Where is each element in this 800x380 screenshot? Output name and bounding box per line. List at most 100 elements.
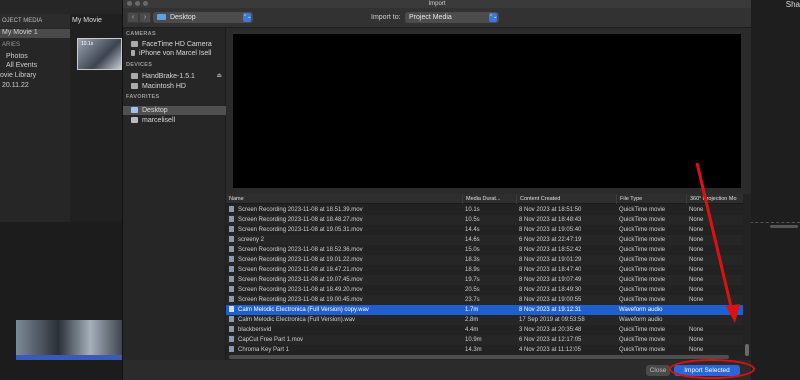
cell-projection: None <box>686 295 743 305</box>
table-row[interactable]: Screen Recording 2023-11-08 at 18.48.27.… <box>226 215 743 225</box>
sidebar-item-iphone[interactable]: iPhone von Marcel Isell <box>123 49 226 58</box>
cell-text: Screen Recording 2023-11-08 at 18.51.39.… <box>238 207 363 213</box>
table-row[interactable]: Screen Recording 2023-11-08 at 19.05.31.… <box>226 225 743 235</box>
project-media-header: OJECT MEDIA <box>0 14 70 28</box>
cell-name: blackbersvid <box>226 325 462 335</box>
library-item-my-movie[interactable]: My Movie 1 <box>0 29 70 38</box>
chevron-updown-icon: ⌃⌄ <box>489 13 498 22</box>
table-row[interactable]: Calm Melodic Electronica (Full Version) … <box>226 305 743 315</box>
forward-button[interactable]: › <box>139 12 151 23</box>
cell-text: Calm Melodic Electronica (Full Version).… <box>238 317 356 323</box>
location-select[interactable]: Desktop ⌃⌄ <box>153 12 253 23</box>
cell-text: 3 Nov 2023 at 20:35:48 <box>519 327 582 333</box>
table-row[interactable]: Screen Recording 2023-11-08 at 18.51.39.… <box>226 205 743 215</box>
cell-text: None <box>689 257 704 263</box>
cell-text: QuickTime movie <box>619 217 666 223</box>
table-row[interactable]: blackbersvid 4.4m 3 Nov 2023 at 20:35:48 Qu… <box>226 325 743 335</box>
cell-duration: 14.3m <box>462 345 516 354</box>
cell-text: QuickTime movie <box>619 247 666 253</box>
close-window-icon[interactable] <box>127 1 132 6</box>
import-to-select[interactable]: Project Media ⌃⌄ <box>405 12 499 23</box>
column-header-name[interactable]: Name <box>226 194 462 204</box>
table-row[interactable]: Chroma Key Part 1 14.3m 4 Nov 2023 at 11:1… <box>226 345 743 354</box>
cell-created: 8 Nov 2023 at 18:51:50 <box>516 205 616 215</box>
scroll-thumb[interactable] <box>229 355 729 359</box>
sidebar-item-desktop[interactable]: Desktop <box>123 106 226 115</box>
cell-text: Calm Melodic Electronica (Full Version) … <box>238 307 369 313</box>
cell-type: QuickTime movie <box>616 275 686 285</box>
table-header: Name Media Durat... Content Created File… <box>226 194 743 204</box>
table-row[interactable]: Screen Recording 2023-11-08 at 19.01.22.… <box>226 255 743 265</box>
minimize-window-icon[interactable] <box>135 1 140 6</box>
cell-projection: None <box>686 205 743 215</box>
library-item-all-events[interactable]: All Events <box>0 62 37 69</box>
back-button[interactable]: ‹ <box>127 12 139 23</box>
table-row[interactable]: Calm Melodic Electronica (Full Version).… <box>226 315 743 325</box>
zoom-window-icon[interactable] <box>143 1 148 6</box>
cell-text: 8 Nov 2023 at 18:48:43 <box>519 217 582 223</box>
preview-area <box>226 28 751 194</box>
share-button[interactable]: Sha <box>786 0 800 9</box>
table-row[interactable]: Screen Recording 2023-11-08 at 18.47.21.… <box>226 265 743 275</box>
column-header-projection[interactable]: 360° Projection Mo <box>686 194 743 204</box>
cell-type: QuickTime movie <box>616 225 686 235</box>
zoom-slider[interactable] <box>770 225 798 228</box>
dialog-titlebar: Import <box>123 0 751 8</box>
table-row[interactable]: Screen Recording 2023-11-08 at 18.49.20.… <box>226 285 743 295</box>
library-item-photos[interactable]: Photos <box>0 53 28 60</box>
sidebar-item-facetime-camera[interactable]: FaceTime HD Camera <box>123 40 226 49</box>
window-controls <box>127 1 148 6</box>
cell-text: 4.4m <box>465 327 479 333</box>
column-header-created[interactable]: Content Created <box>516 194 616 204</box>
cell-text: blackbersvid <box>238 327 272 333</box>
cell-text: Screen Recording 2023-11-08 at 18.49.20.… <box>238 287 363 293</box>
table-row[interactable]: Screen Recording 2023-11-08 at 19.00.45.… <box>226 295 743 305</box>
sidebar-item-macintosh-hd[interactable]: Macintosh HD <box>123 82 226 91</box>
scroll-thumb[interactable] <box>745 344 749 356</box>
cell-text: None <box>689 327 704 333</box>
table-row[interactable]: Screen Recording 2023-11-08 at 18.52.36.… <box>226 245 743 255</box>
project-thumbnail[interactable]: 10.1s <box>77 38 122 70</box>
timeline-clip[interactable] <box>16 320 122 360</box>
cell-type: Waveform audio <box>616 315 686 325</box>
vertical-scrollbar[interactable] <box>743 194 751 360</box>
cell-projection: None <box>686 325 743 335</box>
table-row[interactable]: CapCut Free Part 1.mov 10.9m 6 Nov 2023 at… <box>226 335 743 345</box>
cell-type: QuickTime movie <box>616 255 686 265</box>
column-header-duration[interactable]: Media Durat... <box>462 194 516 204</box>
right-panel: Sha <box>750 0 800 380</box>
cell-name: Screen Recording 2023-11-08 at 18.52.36.… <box>226 245 462 255</box>
drive-icon <box>131 83 138 90</box>
cell-text: 8 Nov 2023 at 18:49:30 <box>519 287 582 293</box>
column-header-filetype[interactable]: File Type <box>616 194 686 204</box>
cell-type: QuickTime movie <box>616 245 686 255</box>
cell-text: Screen Recording 2023-11-08 at 19.00.45.… <box>238 297 363 303</box>
file-icon <box>229 276 234 283</box>
library-item-movie-library[interactable]: ovie Library <box>0 72 36 79</box>
eject-icon[interactable]: ⏏ <box>216 72 222 81</box>
close-button[interactable]: Close <box>646 365 670 376</box>
table-row[interactable]: screeny 2 14.6s 6 Nov 2023 at 22:47:19 Quic… <box>226 235 743 245</box>
cell-text: 6 Nov 2023 at 12:17:05 <box>519 337 582 343</box>
cell-type: QuickTime movie <box>616 265 686 275</box>
table-row[interactable]: Screen Recording 2023-11-08 at 19.07.45.… <box>226 275 743 285</box>
cell-text: None <box>689 267 704 273</box>
cell-text: 17 Sep 2019 at 09:53:58 <box>519 317 585 323</box>
sidebar-item-home[interactable]: marcelisell <box>123 116 226 125</box>
sidebar-item-handbrake[interactable]: HandBrake-1.5.1 ⏏ <box>123 72 226 81</box>
drive-icon <box>131 73 138 80</box>
preview-viewer <box>233 34 741 188</box>
cell-created: 3 Nov 2023 at 20:35:48 <box>516 325 616 335</box>
cell-projection: None <box>686 225 743 235</box>
sidebar-item-label: marcelisell <box>142 117 176 124</box>
cell-text: CapCut Free Part 1.mov <box>238 337 304 343</box>
file-icon <box>229 266 234 273</box>
library-item-date[interactable]: 20.11.22 <box>0 82 29 89</box>
cell-projection: None <box>686 285 743 295</box>
cell-text: 8 Nov 2023 at 18:47:40 <box>519 267 582 273</box>
cell-name: Screen Recording 2023-11-08 at 19.07.45.… <box>226 275 462 285</box>
favorites-header: FAVORITES <box>126 94 160 100</box>
cell-name: Screen Recording 2023-11-08 at 19.05.31.… <box>226 225 462 235</box>
cell-type: QuickTime movie <box>616 335 686 345</box>
sidebar-item-label: Desktop <box>142 107 168 114</box>
